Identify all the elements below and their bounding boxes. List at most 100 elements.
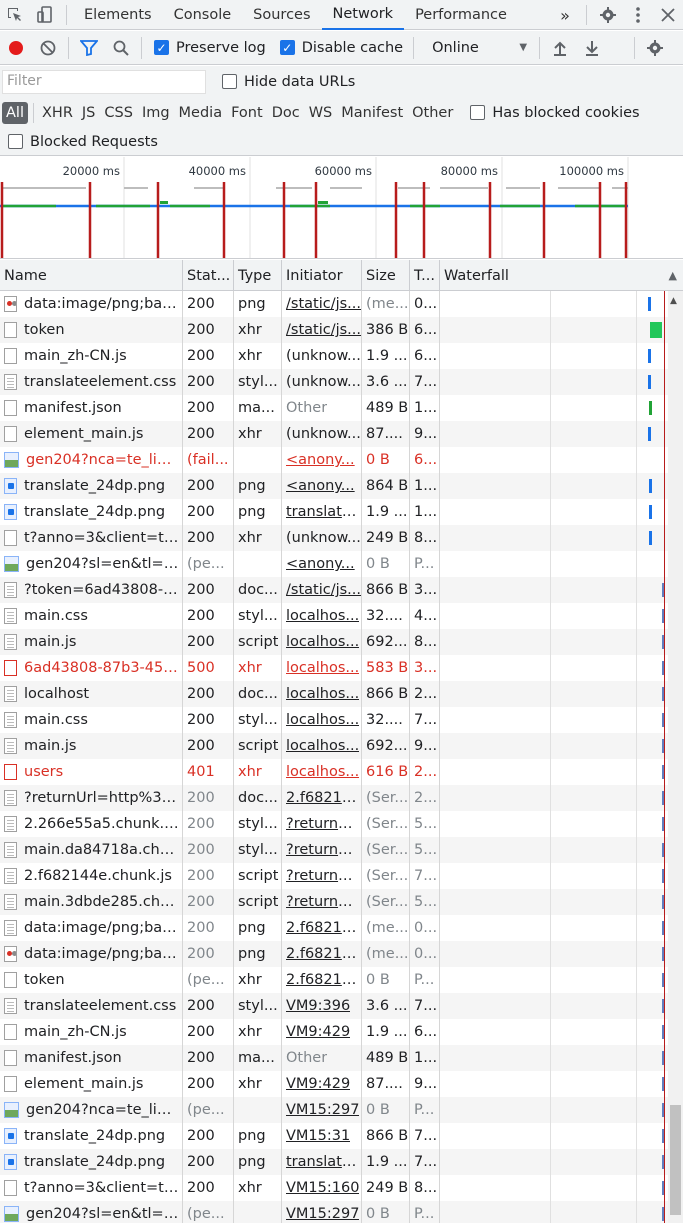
network-overview-timeline[interactable]: 20000 ms 40000 ms 60000 ms 80000 ms 1000… [0, 157, 683, 259]
request-initiator-cell[interactable]: VM15:297 [282, 1201, 362, 1223]
blocked-requests-checkbox[interactable]: Blocked Requests [8, 134, 158, 150]
filter-icon[interactable] [73, 31, 105, 65]
request-row[interactable]: element_main.js 200 xhr (unknow... 87.... 9..… [0, 421, 668, 447]
request-initiator-cell[interactable]: localhos... [282, 629, 362, 655]
request-row[interactable]: translate_24dp.png 200 png VM15:31 866 B 7... [0, 1123, 668, 1149]
type-filter-other[interactable]: Other [408, 102, 457, 124]
column-header-waterfall[interactable]: Waterfall ▲ [440, 260, 683, 291]
request-row[interactable]: translate_24dp.png 200 png translate... 1.9 … [0, 499, 668, 525]
request-row[interactable]: main.css 200 styl... localhos... 32.... 7... [0, 707, 668, 733]
column-header-type[interactable]: Type [234, 260, 282, 291]
request-initiator-cell[interactable]: VM15:297 [282, 1097, 362, 1123]
request-initiator-cell[interactable]: translate... [282, 1149, 362, 1175]
type-filter-manifest[interactable]: Manifest [337, 102, 407, 124]
throttling-select[interactable]: Online ▼ [432, 40, 527, 56]
request-initiator-cell[interactable]: VM9:429 [282, 1071, 362, 1097]
request-row[interactable]: 6ad43808-87b3-453f... 500 xhr localhos... 58… [0, 655, 668, 681]
type-filter-media[interactable]: Media [175, 102, 227, 124]
request-initiator-cell[interactable]: <anony... [282, 447, 362, 473]
type-filter-css[interactable]: CSS [100, 102, 137, 124]
type-filter-js[interactable]: JS [78, 102, 99, 124]
request-row[interactable]: ?returnUrl=http%3A... 200 doc... 2.f68214..… [0, 785, 668, 811]
request-initiator-cell[interactable]: /static/js... [282, 291, 362, 317]
type-filter-all[interactable]: All [2, 101, 28, 124]
preserve-log-checkbox[interactable]: ✓ Preserve log [154, 40, 266, 56]
more-tabs-button[interactable]: » [550, 0, 580, 30]
inspect-element-icon[interactable] [0, 0, 30, 30]
request-initiator-cell[interactable]: localhos... [282, 759, 362, 785]
request-row[interactable]: gen204?nca=te_li&cl... (pe... VM15:297 0 B P… [0, 1097, 668, 1123]
request-row[interactable]: localhost 200 doc... localhos... 866 B 2... [0, 681, 668, 707]
clear-icon[interactable] [32, 31, 64, 65]
type-filter-font[interactable]: Font [227, 102, 267, 124]
request-row[interactable]: translate_24dp.png 200 png translate... 1.9 … [0, 1149, 668, 1175]
type-filter-doc[interactable]: Doc [268, 102, 304, 124]
request-row[interactable]: 2.266e55a5.chunk.css 200 styl... ?returnU..… [0, 811, 668, 837]
request-row[interactable]: manifest.json 200 ma... Other 489 B 1... [0, 395, 668, 421]
tab-network[interactable]: Network [321, 0, 405, 30]
has-blocked-cookies-checkbox[interactable]: Has blocked cookies [470, 105, 640, 121]
column-header-initiator[interactable]: Initiator [282, 260, 362, 291]
request-row[interactable]: main.js 200 script localhos... 692... 9... [0, 733, 668, 759]
table-scrollbar-thumb[interactable] [670, 1105, 681, 1215]
request-row[interactable]: main.js 200 script localhos... 692... 8... [0, 629, 668, 655]
tab-sources[interactable]: Sources [242, 0, 321, 30]
request-initiator-cell[interactable]: translate... [282, 499, 362, 525]
column-header-name[interactable]: Name [0, 260, 183, 291]
request-row[interactable]: token (pe... xhr 2.f68214... 0 B P... [0, 967, 668, 993]
more-options-icon[interactable] [623, 0, 653, 30]
request-row[interactable]: main.3dbde285.chun... 200 script ?returnU..… [0, 889, 668, 915]
request-row[interactable]: users 401 xhr localhos... 616 B 2... [0, 759, 668, 785]
hide-data-urls-checkbox[interactable]: Hide data URLs [222, 74, 355, 90]
request-initiator-cell[interactable]: VM9:396 [282, 993, 362, 1019]
scroll-up-arrow-icon[interactable]: ▲ [670, 296, 677, 306]
tab-elements[interactable]: Elements [73, 0, 163, 30]
request-initiator-cell[interactable]: 2.f68214... [282, 785, 362, 811]
request-initiator-cell[interactable]: VM15:31 [282, 1123, 362, 1149]
request-initiator-cell[interactable]: localhos... [282, 681, 362, 707]
request-row[interactable]: gen204?sl=en&tl=zh... (pe... VM15:297 0 B P.… [0, 1201, 668, 1223]
request-initiator-cell[interactable]: /static/js... [282, 577, 362, 603]
request-initiator-cell[interactable]: 2.f68214... [282, 941, 362, 967]
request-row[interactable]: 2.f682144e.chunk.js 200 script ?returnU... (… [0, 863, 668, 889]
request-initiator-cell[interactable]: ?returnU... [282, 837, 362, 863]
requests-table-body[interactable]: data:image/png;base... 200 png/static/js..… [0, 291, 668, 1223]
request-row[interactable]: main.css 200 styl... localhos... 32.... 4... [0, 603, 668, 629]
request-initiator-cell[interactable]: ?returnU... [282, 863, 362, 889]
request-row[interactable]: translateelement.css 200 styl... (unknow...… [0, 369, 668, 395]
request-row[interactable]: translateelement.css 200 styl... VM9:396 3.6… [0, 993, 668, 1019]
request-row[interactable]: t?anno=3&client=te... 200 xhr VM15:160 249 B… [0, 1175, 668, 1201]
close-icon[interactable] [653, 0, 683, 30]
request-row[interactable]: main_zh-CN.js 200 xhr (unknow... 1.9 ... 6... [0, 343, 668, 369]
request-initiator-cell[interactable]: localhos... [282, 655, 362, 681]
tab-performance[interactable]: Performance [404, 0, 518, 30]
request-row[interactable]: translate_24dp.png 200 png <anony... 864 B 1.… [0, 473, 668, 499]
type-filter-ws[interactable]: WS [305, 102, 337, 124]
request-row[interactable]: main_zh-CN.js 200 xhr VM9:429 1.9 ... 6... [0, 1019, 668, 1045]
request-row[interactable]: ?token=6ad43808-8... 200 doc... /static/js.… [0, 577, 668, 603]
settings-gear-icon[interactable] [593, 0, 623, 30]
type-filter-img[interactable]: Img [138, 102, 174, 124]
request-row[interactable]: data:image/png;base... 200 png/static/js..… [0, 291, 668, 317]
request-row[interactable]: gen204?nca=te_li&cl... (fail... <anony... 0… [0, 447, 668, 473]
network-settings-gear-icon[interactable] [639, 31, 671, 65]
request-initiator-cell[interactable]: 2.f68214... [282, 915, 362, 941]
column-header-status[interactable]: Stat... [183, 260, 234, 291]
request-initiator-cell[interactable]: <anony... [282, 551, 362, 577]
request-initiator-cell[interactable]: ?returnU... [282, 889, 362, 915]
record-button[interactable] [0, 31, 32, 65]
tab-console[interactable]: Console [163, 0, 243, 30]
request-row[interactable]: manifest.json 200 ma... Other 489 B 1... [0, 1045, 668, 1071]
table-scrollbar-track[interactable] [668, 291, 683, 1223]
request-initiator-cell[interactable]: ?returnU... [282, 811, 362, 837]
request-row[interactable]: data:image/png;base... 200 png 2.f68214... (… [0, 941, 668, 967]
column-header-time[interactable]: T... [410, 260, 440, 291]
request-initiator-cell[interactable]: localhos... [282, 603, 362, 629]
search-icon[interactable] [105, 31, 137, 65]
column-header-size[interactable]: Size [362, 260, 410, 291]
export-har-icon[interactable] [576, 31, 608, 65]
request-initiator-cell[interactable]: VM9:429 [282, 1019, 362, 1045]
filter-input[interactable]: Filter [2, 69, 206, 94]
request-initiator-cell[interactable]: localhos... [282, 707, 362, 733]
request-row[interactable]: gen204?sl=en&tl=zh... (pe... <anony... 0 B P… [0, 551, 668, 577]
